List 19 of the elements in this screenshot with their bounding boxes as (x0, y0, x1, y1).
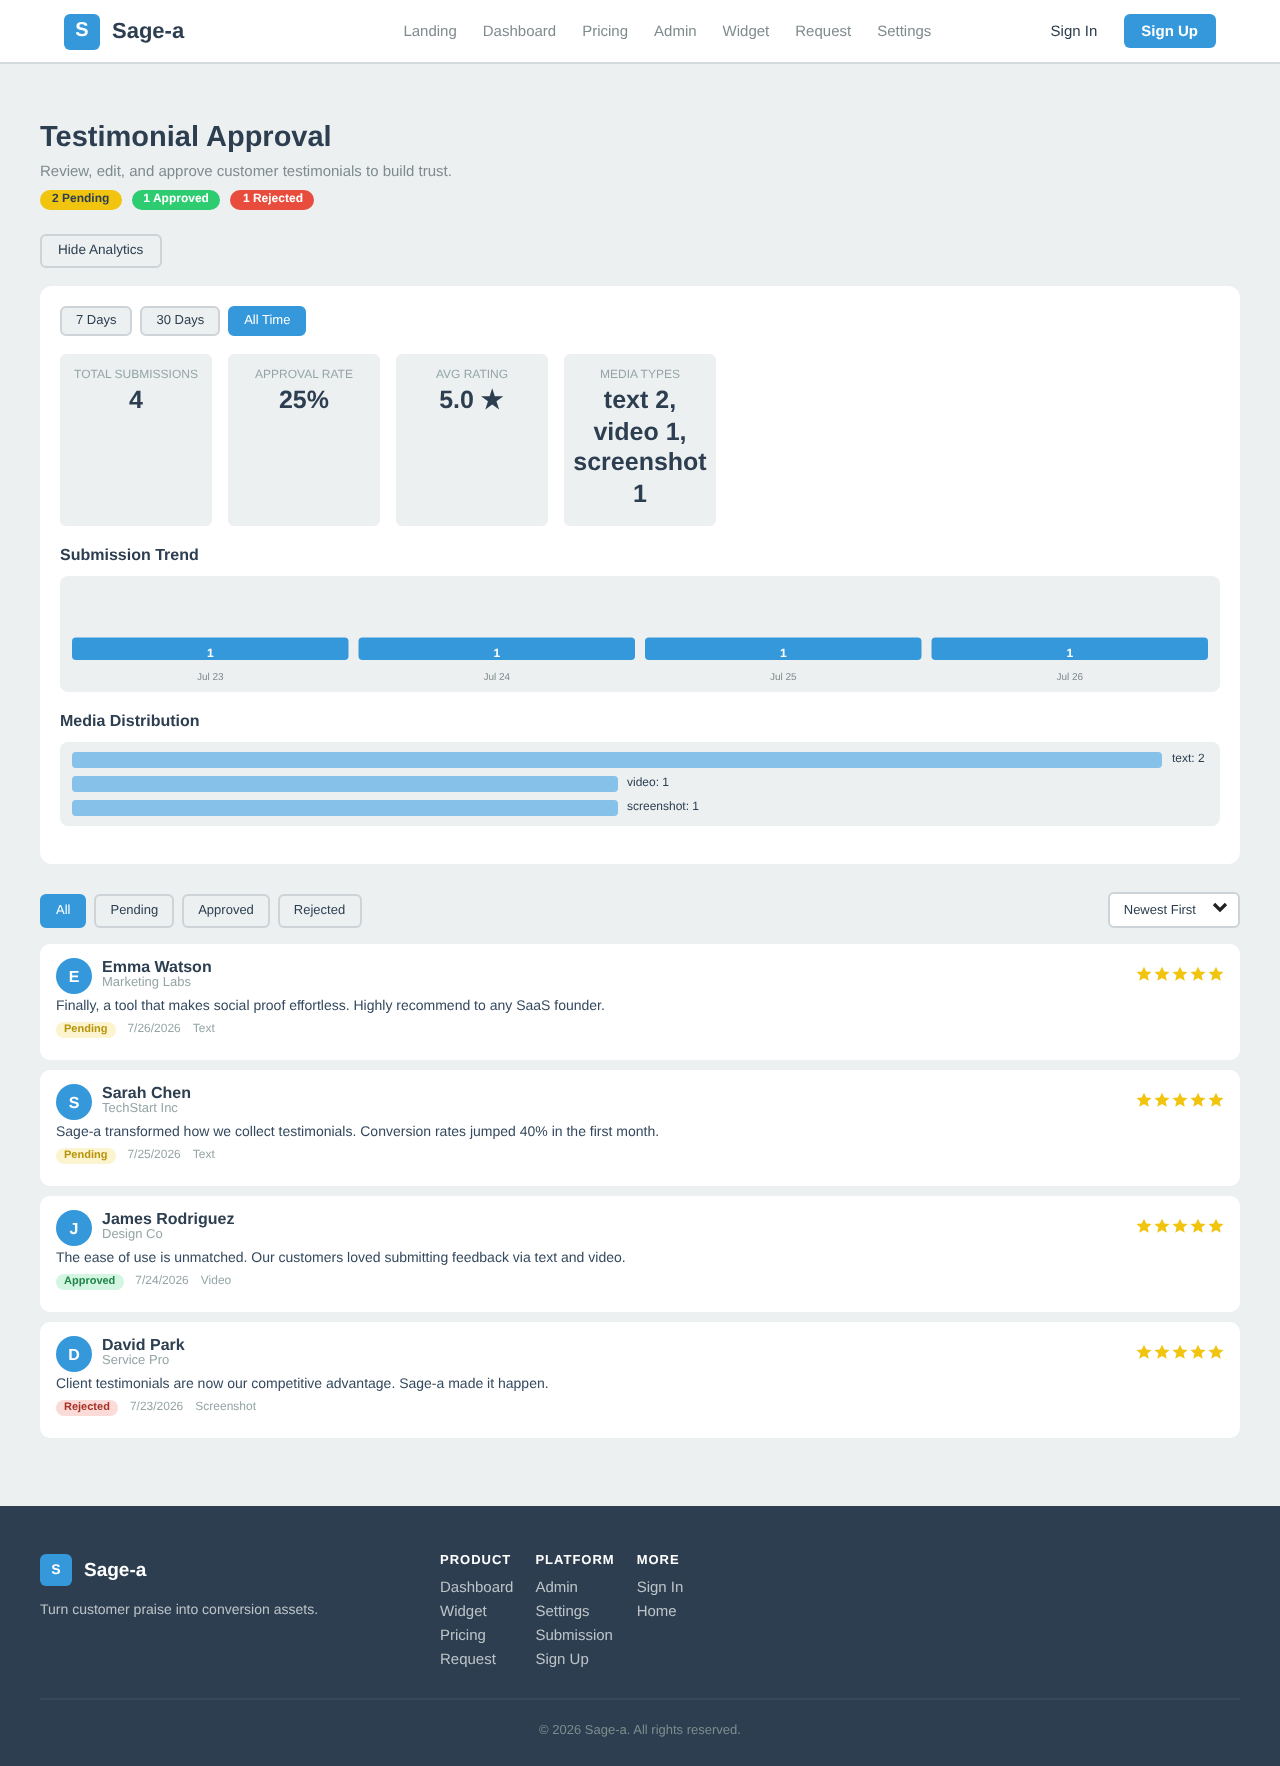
brand-name: Sage-a (112, 19, 185, 43)
author-name: Emma Watson (102, 958, 214, 976)
author-name: James Rodriguez (102, 1210, 237, 1228)
section-title: Submission Trend (60, 546, 201, 564)
section-title: Media Distribution (60, 712, 202, 730)
avatar: S (56, 1084, 92, 1120)
caret-icon (1212, 902, 1228, 918)
brand-name: Sage-a (84, 1559, 147, 1581)
avatar: E (56, 958, 92, 994)
avatar: D (56, 1336, 92, 1372)
avatar: J (56, 1210, 92, 1246)
stat-value: text 2, video 1, screenshot 1 (571, 386, 709, 510)
author-name: Sarah Chen (102, 1084, 193, 1102)
logo-icon: S (64, 13, 100, 49)
stat-value: 5.0 ★ (437, 386, 507, 417)
author-name: David Park (102, 1336, 187, 1354)
stat-value: 25% (276, 386, 332, 417)
page-title: Testimonial Approval (40, 120, 334, 156)
stat-value: 4 (127, 386, 145, 417)
